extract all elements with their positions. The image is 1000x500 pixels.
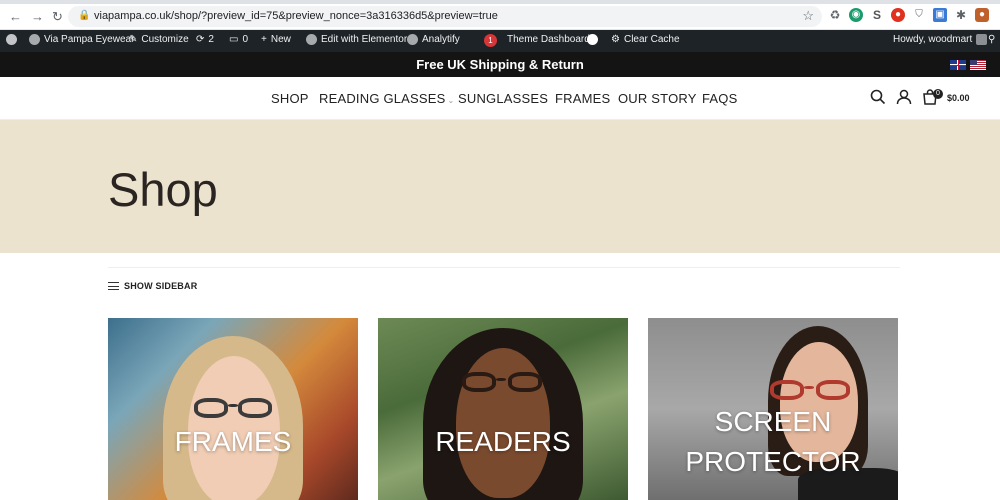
url-text[interactable]: viapampa.co.uk/shop/?preview_id=75&previ… bbox=[94, 10, 498, 22]
admin-clear-cache[interactable]: ⚙ Clear Cache bbox=[611, 34, 680, 45]
category-tile-screen-protector[interactable]: SCREEN PROTECTOR bbox=[648, 318, 898, 500]
tab-strip bbox=[0, 0, 1000, 4]
glasses-graphic bbox=[462, 372, 546, 392]
wp-admin-bar: Via Pampa Eyewear ✎ Customize ⟳ 2 ▭ 0 + New … bbox=[0, 30, 1000, 52]
theme-logo-icon bbox=[587, 34, 598, 45]
admin-site-name[interactable]: Via Pampa Eyewear bbox=[29, 34, 134, 45]
lock-icon: 🔒 bbox=[78, 10, 91, 21]
shield-icon[interactable]: ⛉ bbox=[912, 8, 926, 22]
admin-updates[interactable]: ⟳ 2 bbox=[196, 34, 214, 45]
analytify-icon bbox=[407, 34, 418, 45]
nav-shop[interactable]: SHOP bbox=[271, 91, 309, 106]
category-tile-frames[interactable]: FRAMES bbox=[108, 318, 358, 500]
glasses-graphic bbox=[194, 398, 274, 418]
category-label: READERS bbox=[435, 426, 571, 457]
admin-search-icon[interactable]: ⚲ bbox=[988, 34, 995, 45]
dashboard-icon bbox=[29, 34, 40, 45]
address-bar[interactable]: 🔒 viapampa.co.uk/shop/?preview_id=75&pre… bbox=[68, 6, 822, 27]
admin-theme-dashboard[interactable]: Theme Dashboard bbox=[507, 34, 590, 45]
promo-bar: Free UK Shipping & Return bbox=[0, 52, 1000, 77]
admin-user-menu[interactable]: Howdy, woodmart bbox=[893, 34, 988, 45]
forward-icon[interactable]: → bbox=[31, 9, 44, 24]
menu-icon bbox=[108, 282, 119, 290]
updates-icon: ⟳ bbox=[196, 34, 205, 45]
puzzle-icon[interactable]: ✱ bbox=[954, 8, 968, 22]
search-icon[interactable] bbox=[870, 89, 886, 105]
reload-icon[interactable]: ↻ bbox=[52, 9, 63, 25]
recycle-icon[interactable]: ♻ bbox=[828, 8, 842, 22]
s-extension-icon[interactable]: S bbox=[870, 8, 884, 22]
site-header: SHOP READING GLASSES ⌄ SUNGLASSES FRAMES … bbox=[0, 77, 1000, 120]
page-title-banner: Shop bbox=[0, 120, 1000, 253]
category-label: SCREEN PROTECTOR bbox=[685, 406, 861, 477]
divider bbox=[108, 267, 900, 268]
profile-icon[interactable]: ● bbox=[975, 8, 989, 22]
uk-flag-icon[interactable] bbox=[950, 60, 966, 70]
account-icon[interactable] bbox=[896, 89, 912, 105]
admin-edit-elementor[interactable]: Edit with Elementor bbox=[306, 34, 407, 45]
cart-count-badge: 0 bbox=[933, 89, 943, 99]
us-flag-icon[interactable] bbox=[970, 60, 986, 70]
plus-icon: + bbox=[261, 34, 267, 45]
notification-badge: 1 bbox=[484, 34, 497, 47]
promo-text: Free UK Shipping & Return bbox=[416, 57, 584, 72]
nav-our-story[interactable]: OUR STORY bbox=[618, 91, 697, 106]
admin-notification[interactable]: 1 bbox=[484, 34, 497, 47]
back-icon[interactable]: ← bbox=[9, 9, 22, 24]
category-label: FRAMES bbox=[174, 426, 292, 457]
user-avatar-icon bbox=[976, 34, 988, 45]
shield-red-icon[interactable]: ● bbox=[891, 8, 905, 22]
cache-icon: ⚙ bbox=[611, 34, 620, 45]
nav-reading-glasses[interactable]: READING GLASSES ⌄ bbox=[319, 91, 454, 106]
show-sidebar-button[interactable]: SHOW SIDEBAR bbox=[108, 281, 197, 291]
globe-icon[interactable]: ◉ bbox=[849, 8, 863, 22]
admin-comments[interactable]: ▭ 0 bbox=[229, 34, 248, 45]
browser-toolbar: ← → ↻ 🔒 viapampa.co.uk/shop/?preview_id=… bbox=[0, 0, 1000, 30]
nav-faqs[interactable]: FAQS bbox=[702, 91, 737, 106]
elementor-icon bbox=[306, 34, 317, 45]
admin-new[interactable]: + New bbox=[261, 34, 291, 45]
admin-customize[interactable]: ✎ Customize bbox=[129, 34, 189, 45]
wordpress-logo-icon[interactable] bbox=[6, 34, 17, 45]
nav-frames[interactable]: FRAMES bbox=[555, 91, 610, 106]
admin-analytify[interactable]: Analytify bbox=[407, 34, 460, 45]
comment-icon: ▭ bbox=[229, 34, 239, 45]
nav-sunglasses[interactable]: SUNGLASSES bbox=[458, 91, 548, 106]
brush-icon: ✎ bbox=[129, 34, 138, 45]
window-icon[interactable]: ▣ bbox=[933, 8, 947, 22]
chevron-down-icon: ⌄ bbox=[447, 96, 455, 105]
cart-total[interactable]: $0.00 bbox=[947, 93, 970, 103]
category-tile-readers[interactable]: READERS bbox=[378, 318, 628, 500]
glasses-graphic bbox=[770, 380, 854, 400]
admin-theme-icon[interactable] bbox=[587, 34, 598, 45]
bookmark-star-icon[interactable]: ☆ bbox=[802, 8, 814, 24]
page-title: Shop bbox=[108, 163, 218, 216]
